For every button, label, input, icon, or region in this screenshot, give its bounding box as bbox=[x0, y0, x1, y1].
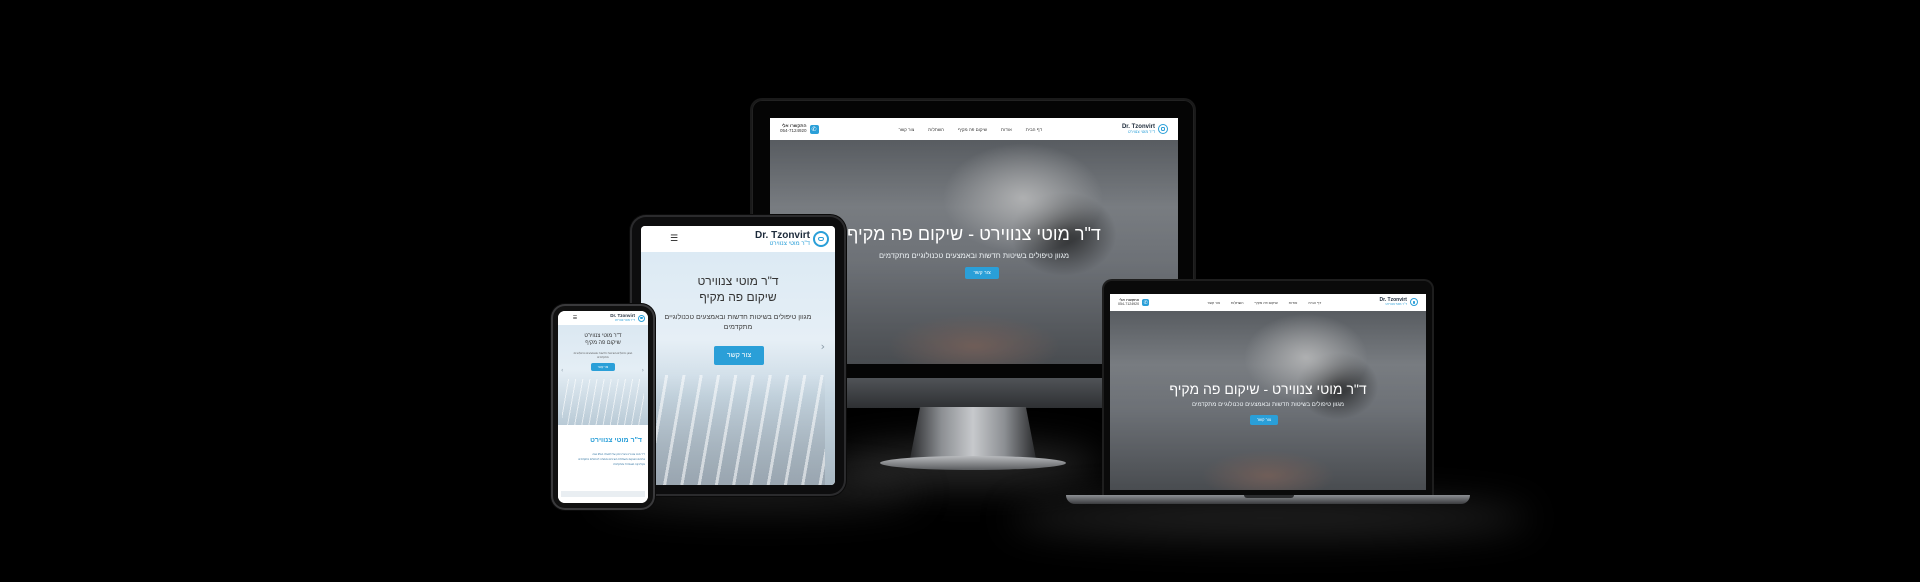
nav-item-implants[interactable]: השתלות bbox=[1231, 301, 1244, 305]
contact-button[interactable]: צור קשר bbox=[714, 346, 764, 365]
phone-number: 054-7124920 bbox=[1118, 301, 1140, 306]
hero-subtitle-line-2: מתקדמים bbox=[723, 324, 753, 331]
tooth-logo-icon bbox=[1409, 298, 1418, 307]
nav-item-contact[interactable]: צור קשר bbox=[899, 127, 915, 132]
hero-section: ד"ר מוטי צנווירט שיקום פה מקיף מגוון טיפ… bbox=[641, 252, 835, 485]
site-header: ✆ התקשרו אלי 054-7124920 דף הבית אודות ש… bbox=[770, 118, 1178, 140]
site-header: ☰ Dr. Tzonvirt ד"ר מוטי צנווירט bbox=[558, 311, 648, 325]
about-text-line-2: בתחום השיקום והשתלות השיניים ומומחה לטיפ… bbox=[578, 458, 645, 461]
contact-button[interactable]: צור קשר bbox=[965, 267, 999, 279]
main-nav: דף הבית אודות שיקום פה מקיף השתלות צור ק… bbox=[1207, 301, 1321, 305]
laptop-notch bbox=[1244, 495, 1294, 498]
nav-item-about[interactable]: אודות bbox=[1289, 301, 1298, 305]
logo-text-he: ד"ר מוטי צנווירט bbox=[769, 241, 810, 247]
hero-title-line-1: ד"ר מוטי צנווירט bbox=[697, 274, 779, 288]
about-text-line-3: בקליניקה מאובזרת ומתקדמת bbox=[613, 463, 645, 466]
phone-screen: ☰ Dr. Tzonvirt ד"ר מוטי צנווירט ד"ר מוטי… bbox=[558, 311, 648, 503]
logo-text-en: Dr. Tzonvirt bbox=[754, 230, 810, 241]
mockup-stage: ✆ התקשרו אלי 054-7124920 דף הבית אודות ש… bbox=[0, 0, 1920, 582]
floor-shadow-laptop bbox=[1010, 498, 1530, 538]
tooth-logo-icon bbox=[813, 231, 829, 247]
hamburger-menu-icon[interactable]: ☰ bbox=[561, 315, 589, 321]
phone-icon: ✆ bbox=[1142, 299, 1150, 306]
phone-icon: ✆ bbox=[809, 124, 819, 134]
nav-item-home[interactable]: דף הבית bbox=[1308, 301, 1321, 305]
nav-item-about[interactable]: אודות bbox=[1001, 127, 1012, 132]
logo-text-he: ד"ר מוטי צנווירט bbox=[614, 317, 635, 322]
tooth-logo-icon bbox=[1157, 124, 1168, 134]
contact-button[interactable]: צור קשר bbox=[1250, 415, 1278, 425]
site-logo[interactable]: Dr. Tzonvirt ד"ר מוטי צנווירט bbox=[610, 314, 645, 322]
nav-item-rehab[interactable]: שיקום פה מקיף bbox=[1255, 301, 1278, 305]
logo-text-he: ד"ר מוטי צנווירט bbox=[1385, 302, 1407, 307]
hero-subtitle-line-2: מתקדמים bbox=[597, 355, 609, 359]
nav-item-contact[interactable]: צור קשר bbox=[1207, 301, 1219, 305]
about-text-line-1: ד"ר מוטי צנווירט בעל ניסיון של למעלה מ-2… bbox=[592, 453, 645, 456]
nav-item-rehab[interactable]: שיקום פה מקיף bbox=[958, 127, 987, 132]
phone-block[interactable]: ✆ התקשרו אלי 054-7124920 bbox=[780, 124, 819, 134]
phone-number: 054-7124920 bbox=[780, 128, 807, 133]
nav-item-implants[interactable]: השתלות bbox=[928, 127, 944, 132]
section-divider bbox=[561, 491, 645, 497]
tooth-logo-icon bbox=[638, 314, 645, 322]
dental-chair-image bbox=[562, 379, 644, 425]
monitor-base bbox=[880, 456, 1066, 470]
chevron-right-icon[interactable]: › bbox=[642, 367, 644, 374]
chevron-left-icon[interactable]: ‹ bbox=[561, 367, 563, 374]
monitor-neck bbox=[910, 407, 1036, 459]
hero-title: ד"ר מוטי צנווירט - שיקום פה מקיף bbox=[1169, 381, 1367, 397]
site-logo[interactable]: Dr. Tzonvirt ד"ר מוטי צנווירט bbox=[1379, 298, 1418, 307]
main-nav: דף הבית אודות שיקום פה מקיף השתלות צור ק… bbox=[899, 127, 1042, 132]
dental-chair-image bbox=[651, 375, 825, 485]
hero-section: ד"ר מוטי צנווירט שיקום פה מקיף מגוון טיפ… bbox=[558, 325, 648, 425]
about-title: ד"ר מוטי צנווירט bbox=[590, 437, 642, 444]
chevron-right-icon[interactable]: › bbox=[821, 340, 825, 353]
about-section: ד"ר מוטי צנווירט ד"ר מוטי צנווירט בעל ני… bbox=[558, 425, 648, 503]
laptop-screen: ✆ התקשרו אלי 054-7124920 דף הבית אודות ש… bbox=[1110, 294, 1426, 490]
phone-block[interactable]: ✆ התקשרו אלי 054-7124920 bbox=[1118, 298, 1150, 307]
contact-button[interactable]: צור קשר bbox=[591, 363, 615, 371]
site-header: ✆ התקשרו אלי 054-7124920 דף הבית אודות ש… bbox=[1110, 294, 1426, 311]
hamburger-menu-icon[interactable]: ☰ bbox=[647, 234, 701, 244]
hero-subtitle-line-1: מגוון טיפולים בשיטות חדשות ובאמצעים טכנו… bbox=[664, 314, 812, 321]
site-logo[interactable]: Dr. Tzonvirt ד"ר מוטי צנווירט bbox=[755, 231, 829, 247]
site-logo[interactable]: Dr. Tzonvirt ד"ר מוטי צנווירט bbox=[1122, 124, 1168, 134]
hero-title-line-2: שיקום פה מקיף bbox=[585, 340, 621, 346]
tablet-screen: ☰ Dr. Tzonvirt ד"ר מוטי צנווירט ד"ר מוטי… bbox=[641, 226, 835, 485]
hero-section: ד"ר מוטי צנווירט - שיקום פה מקיף מגוון ט… bbox=[1110, 311, 1426, 490]
hero-title-line-2: שיקום פה מקיף bbox=[699, 290, 777, 304]
logo-text-he: ד"ר מוטי צנווירט bbox=[1127, 129, 1155, 134]
nav-item-home[interactable]: דף הבית bbox=[1026, 127, 1042, 132]
hero-subtitle: מגוון טיפולים בשיטות חדשות ובאמצעים טכנו… bbox=[1191, 402, 1345, 408]
site-header: ☰ Dr. Tzonvirt ד"ר מוטי צנווירט bbox=[641, 226, 835, 252]
hero-title-line-1: ד"ר מוטי צנווירט bbox=[584, 333, 622, 339]
